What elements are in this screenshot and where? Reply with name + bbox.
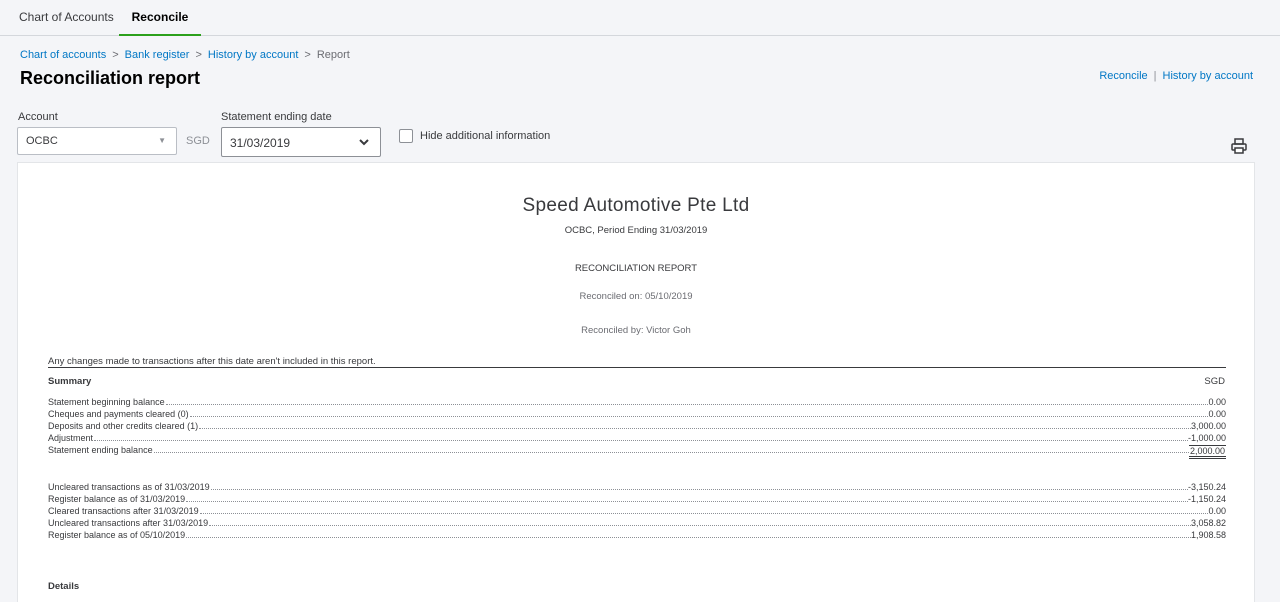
breadcrumb-history-by-account[interactable]: History by account [208, 49, 298, 61]
statement-date-select[interactable]: 31/03/2019 [221, 127, 381, 157]
company-name: Speed Automotive Pte Ltd [522, 195, 750, 216]
tab-chart-of-accounts[interactable]: Chart of Accounts [19, 0, 114, 36]
row-value: -1,000.00 [1187, 433, 1226, 443]
dot-leader [209, 525, 1191, 526]
row-label: Cleared transactions after 31/03/2019 [48, 506, 199, 516]
row-value: 1,908.58 [1190, 530, 1226, 540]
row-value: -3,150.24 [1187, 482, 1226, 492]
row-label: Deposits and other credits cleared (1) [48, 421, 199, 431]
breadcrumb-chart-of-accounts[interactable]: Chart of accounts [20, 49, 106, 61]
report-period: OCBC, Period Ending 31/03/2019 [564, 225, 708, 236]
report-title: RECONCILIATION REPORT [574, 263, 698, 274]
row-label: Statement beginning balance [48, 397, 165, 407]
row-value: 3,058.82 [1190, 518, 1226, 528]
balance-row: Cleared transactions after 31/03/2019 0.0… [48, 505, 1226, 516]
reconciled-by: Reconciled by: Victor Goh [581, 325, 691, 336]
breadcrumb-separator: > [195, 49, 202, 61]
balance-row: Register balance as of 05/10/2019 1,908.5… [48, 529, 1226, 540]
header-links: Reconcile | History by account [1099, 70, 1253, 82]
dot-leader [186, 501, 1188, 502]
breadcrumb-bank-register[interactable]: Bank register [125, 49, 190, 61]
breadcrumb-separator: > [112, 49, 119, 61]
row-label: Cheques and payments cleared (0) [48, 409, 189, 419]
hide-info-label: Hide additional information [420, 130, 551, 142]
statement-date-label: Statement ending date [221, 111, 332, 123]
summary-row: Adjustment -1,000.00 [48, 432, 1226, 443]
statement-date-value: 31/03/2019 [230, 136, 291, 150]
hide-info-checkbox[interactable] [399, 129, 413, 143]
reconcile-link[interactable]: Reconcile [1099, 70, 1147, 82]
breadcrumb-current: Report [316, 49, 350, 61]
caret-down-icon: ▼ [158, 136, 166, 145]
summary-heading: Summary [48, 376, 92, 387]
dot-leader [199, 513, 1209, 514]
link-separator: | [1153, 70, 1157, 82]
reconciled-on: Reconciled on: 05/10/2019 [579, 291, 693, 302]
dot-leader [199, 428, 1191, 429]
account-select[interactable]: OCBC ▼ [17, 127, 177, 155]
dot-leader [165, 404, 1209, 405]
tab-reconcile[interactable]: Reconcile [119, 0, 201, 37]
row-label: Statement ending balance [48, 445, 153, 455]
summary-row: Deposits and other credits cleared (1) 3,… [48, 420, 1226, 431]
top-tab-bar: Chart of Accounts Reconcile [0, 0, 1280, 37]
row-label: Register balance as of 31/03/2019 [48, 494, 186, 504]
breadcrumb-separator: > [304, 49, 311, 61]
account-select-value: OCBC [26, 135, 58, 147]
row-label: Adjustment [48, 433, 94, 443]
page-header: Chart of accounts > Bank register > History … [0, 36, 1280, 104]
dot-leader [186, 537, 1191, 538]
filter-bar: Account OCBC ▼ SGD Statement ending date… [0, 104, 1280, 162]
dot-leader [189, 416, 1209, 417]
dot-leader [94, 440, 1188, 441]
page-title: Reconciliation report [20, 68, 201, 88]
dot-leader [153, 452, 1189, 453]
row-value: 0.00 [1208, 506, 1226, 516]
balance-row: Register balance as of 31/03/2019 -1,150.… [48, 493, 1226, 504]
account-label: Account [18, 111, 58, 123]
summary-row: Statement beginning balance 0.00 [48, 396, 1226, 407]
row-label: Register balance as of 05/10/2019 [48, 530, 186, 540]
history-by-account-link[interactable]: History by account [1163, 70, 1253, 82]
row-label: Uncleared transactions after 31/03/2019 [48, 518, 209, 528]
row-value: 2,000.00 [1188, 445, 1226, 459]
summary-row: Cheques and payments cleared (0) 0.00 [48, 408, 1226, 419]
dot-leader [210, 489, 1188, 490]
balance-row: Uncleared transactions as of 31/03/2019 -… [48, 481, 1226, 492]
tab-reconcile-label: Reconcile [131, 10, 189, 24]
print-icon[interactable] [1230, 137, 1248, 155]
summary-currency: SGD [1204, 376, 1225, 387]
summary-total-row: Statement ending balance 2,000.00 [48, 444, 1226, 459]
currency-label: SGD [186, 135, 210, 147]
details-heading: Details [48, 581, 80, 592]
divider [48, 367, 1226, 368]
row-value: 0.00 [1208, 397, 1226, 407]
row-value: 0.00 [1208, 409, 1226, 419]
chevron-down-icon [359, 139, 369, 146]
row-label: Uncleared transactions as of 31/03/2019 [48, 482, 210, 492]
balance-row: Uncleared transactions after 31/03/2019 3… [48, 517, 1226, 528]
row-value: -1,150.24 [1187, 494, 1226, 504]
reconciliation-report: Speed Automotive Pte Ltd OCBC, Period En… [17, 162, 1255, 602]
report-note: Any changes made to transactions after t… [48, 356, 376, 367]
breadcrumb: Chart of accounts > Bank register > History … [20, 49, 350, 61]
row-value: 3,000.00 [1190, 421, 1226, 431]
